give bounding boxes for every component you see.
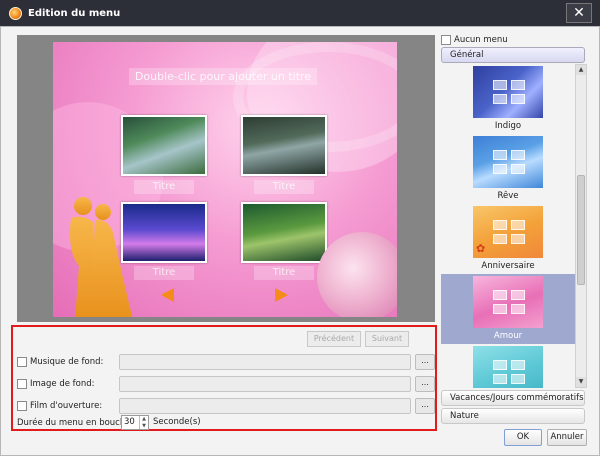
app-logo-icon: [9, 6, 22, 20]
next-page-arrow-icon[interactable]: [275, 288, 288, 302]
no-menu-checkbox[interactable]: [441, 35, 451, 45]
menu-canvas[interactable]: Double-clic pour ajouter un titre Titre …: [53, 42, 397, 317]
loop-duration-value[interactable]: 30: [122, 416, 139, 429]
menu-settings-panel: Précédent Suivant Musique de fond: ... I…: [11, 325, 437, 431]
theme-thumbnail: ✿: [473, 206, 543, 258]
dialog-body: Double-clic pour ajouter un titre Titre …: [0, 26, 600, 456]
theme-name: Rêve: [497, 191, 519, 201]
loop-row: Durée du menu en boucle:: [17, 415, 130, 431]
theme-item-reve[interactable]: Rêve: [441, 134, 575, 204]
rose-bouquet-decoration: [317, 232, 397, 317]
window-title: Edition du menu: [28, 7, 121, 19]
stepper-arrows[interactable]: ▲ ▼: [139, 416, 148, 429]
seconds-unit-label: Seconde(s): [153, 417, 201, 427]
opening-label: Film d'ouverture:: [30, 401, 103, 411]
theme-item-anniversaire[interactable]: ✿ Anniversaire: [441, 204, 575, 274]
paw-icon: ✿: [476, 242, 486, 255]
image-path-field[interactable]: [119, 376, 411, 392]
theme-thumbnail: [473, 136, 543, 188]
music-path-field[interactable]: [119, 354, 411, 370]
ok-button[interactable]: OK: [504, 429, 542, 446]
theme-list: Indigo Rêve ✿ Anniversaire Amour: [441, 64, 575, 388]
chapter-thumbnail-4[interactable]: [241, 202, 327, 263]
previous-page-arrow-icon[interactable]: [161, 288, 174, 302]
loop-duration-label: Durée du menu en boucle:: [17, 418, 131, 428]
chapter-thumbnail-1[interactable]: [121, 115, 207, 176]
opening-browse-button[interactable]: ...: [415, 398, 435, 414]
stepper-down-icon[interactable]: ▼: [140, 423, 148, 430]
theme-name: Anniversaire: [481, 261, 535, 271]
menu-title-placeholder[interactable]: Double-clic pour ajouter un titre: [129, 68, 317, 85]
couple-silhouette-icon: [70, 197, 133, 317]
theme-item-amour[interactable]: Amour: [441, 274, 575, 344]
close-button[interactable]: ✕: [566, 3, 592, 23]
chapter-thumbnail-2[interactable]: [241, 115, 327, 176]
scroll-down-icon[interactable]: ▼: [576, 377, 586, 387]
title-bar: Edition du menu ✕: [0, 0, 600, 26]
chapter-caption-4[interactable]: Titre: [254, 266, 314, 280]
theme-list-scrollbar[interactable]: ▲ ▼: [575, 64, 587, 388]
theme-thumbnail: [473, 276, 543, 328]
theme-name: Indigo: [494, 121, 522, 131]
scroll-up-icon[interactable]: ▲: [576, 65, 586, 75]
no-menu-option: Aucun menu: [441, 35, 508, 45]
music-row: Musique de fond:: [17, 354, 103, 370]
group-holidays[interactable]: Vacances/Jours commémoratifs: [441, 390, 585, 406]
chapter-caption-2[interactable]: Titre: [254, 180, 314, 194]
theme-item-5[interactable]: [441, 344, 575, 388]
next-button[interactable]: Suivant: [365, 331, 409, 347]
opening-row: Film d'ouverture:: [17, 398, 102, 414]
theme-thumbnail: [473, 346, 543, 388]
group-general[interactable]: Général: [441, 47, 585, 63]
music-label: Musique de fond:: [30, 357, 104, 367]
image-browse-button[interactable]: ...: [415, 376, 435, 392]
loop-duration-stepper[interactable]: 30 ▲ ▼: [121, 415, 149, 430]
image-label: Image de fond:: [30, 379, 95, 389]
music-browse-button[interactable]: ...: [415, 354, 435, 370]
image-checkbox[interactable]: [17, 379, 27, 389]
menu-preview: Double-clic pour ajouter un titre Titre …: [17, 35, 435, 322]
cancel-button[interactable]: Annuler: [547, 429, 587, 446]
no-menu-label: Aucun menu: [454, 35, 508, 45]
theme-panel: Aucun menu Général Indigo Rêve ✿ Anniver…: [439, 33, 589, 425]
chapter-caption-3[interactable]: Titre: [134, 266, 194, 280]
scroll-thumb[interactable]: [577, 175, 585, 285]
group-nature[interactable]: Nature: [441, 408, 585, 424]
music-checkbox[interactable]: [17, 357, 27, 367]
chapter-caption-1[interactable]: Titre: [134, 180, 194, 194]
image-row: Image de fond:: [17, 376, 95, 392]
opening-checkbox[interactable]: [17, 401, 27, 411]
theme-name: Amour: [493, 331, 523, 341]
theme-thumbnail: [473, 66, 543, 118]
opening-path-field[interactable]: [119, 398, 411, 414]
theme-item-indigo[interactable]: Indigo: [441, 64, 575, 134]
previous-button[interactable]: Précédent: [307, 331, 361, 347]
